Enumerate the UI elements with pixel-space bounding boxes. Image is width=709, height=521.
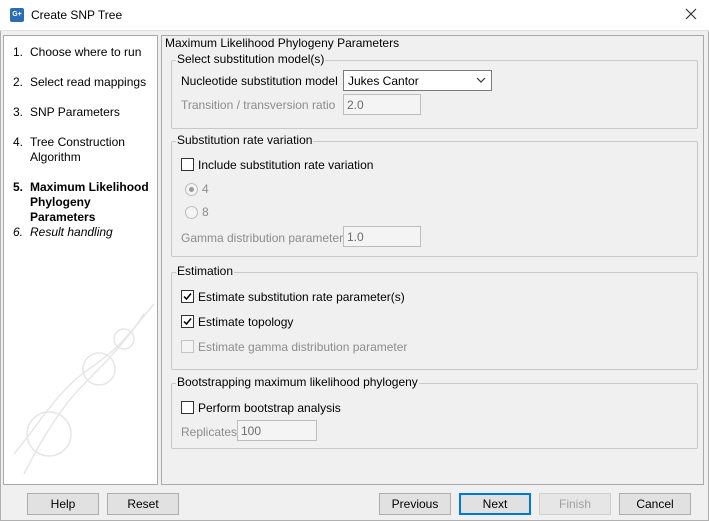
selected-model: Jukes Cantor bbox=[348, 74, 419, 88]
step-label: SNP Parameters bbox=[30, 105, 120, 119]
step-ml-phylogeny-parameters: 5. Maximum Likelihood Phylogeny Paramete… bbox=[13, 180, 157, 225]
model-label: Nucleotide substitution model bbox=[181, 74, 338, 88]
app-icon: G+ bbox=[10, 8, 24, 22]
close-icon[interactable] bbox=[683, 6, 699, 22]
parameters-panel: Maximum Likelihood Phylogeny Parameters … bbox=[161, 35, 704, 485]
estimation-group: Estimation Estimate substitution rate pa… bbox=[171, 264, 698, 370]
categories-8-label: 8 bbox=[202, 205, 209, 219]
step-result-handling: 6. Result handling bbox=[13, 225, 113, 240]
previous-button[interactable]: Previous bbox=[379, 493, 451, 515]
step-number: 1. bbox=[13, 45, 24, 59]
ratio-label: Transition / transversion ratio bbox=[181, 98, 336, 112]
perform-bootstrap-label: Perform bootstrap analysis bbox=[198, 401, 341, 415]
step-label: Result handling bbox=[30, 225, 113, 239]
reset-button[interactable]: Reset bbox=[107, 493, 179, 515]
group-title: Bootstrapping maximum likelihood phyloge… bbox=[176, 375, 419, 389]
radio-selected-dot bbox=[189, 187, 194, 192]
bootstrap-group: Bootstrapping maximum likelihood phyloge… bbox=[171, 375, 698, 449]
step-label: Select read mappings bbox=[30, 75, 147, 89]
step-number: 2. bbox=[13, 75, 24, 89]
replicates-label: Replicates bbox=[181, 425, 238, 439]
next-button[interactable]: Next bbox=[459, 493, 531, 515]
categories-4-radio[interactable] bbox=[185, 183, 198, 196]
chevron-down-icon bbox=[476, 77, 486, 83]
wizard-steps-panel: 1. Choose where to run 2. Select read ma… bbox=[3, 35, 158, 485]
step-number: 3. bbox=[13, 105, 24, 119]
replicates-field[interactable]: 100 bbox=[237, 420, 317, 441]
substitution-model-group: Select substitution model(s) Nucleotide … bbox=[171, 52, 698, 129]
step-number: 6. bbox=[13, 225, 24, 239]
step-tree-construction: 4. Tree Construction Algorithm bbox=[13, 135, 125, 165]
step-snp-parameters: 3. SNP Parameters bbox=[13, 105, 120, 120]
finish-button[interactable]: Finish bbox=[539, 493, 611, 515]
step-select-read-mappings: 2. Select read mappings bbox=[13, 75, 146, 90]
estimate-gamma-checkbox[interactable] bbox=[181, 340, 194, 353]
estimate-gamma-label: Estimate gamma distribution parameter bbox=[198, 340, 408, 354]
step-label: Tree Construction Algorithm bbox=[30, 135, 125, 164]
window-title: Create SNP Tree bbox=[31, 8, 123, 22]
help-button[interactable]: Help bbox=[27, 493, 99, 515]
include-rate-variation-label: Include substitution rate variation bbox=[198, 158, 374, 172]
checkmark-icon bbox=[183, 318, 192, 326]
step-label: Maximum Likelihood Phylogeny Parameters bbox=[30, 180, 149, 224]
step-label: Choose where to run bbox=[30, 45, 142, 59]
ratio-value: 2.0 bbox=[347, 98, 364, 112]
group-title: Estimation bbox=[176, 264, 235, 278]
dna-watermark-icon bbox=[13, 303, 155, 475]
rate-variation-group: Substitution rate variation Include subs… bbox=[171, 133, 698, 257]
ratio-field[interactable]: 2.0 bbox=[343, 94, 421, 115]
categories-4-label: 4 bbox=[202, 182, 209, 196]
gamma-parameter-field[interactable]: 1.0 bbox=[343, 226, 421, 247]
step-choose-where-to-run: 1. Choose where to run bbox=[13, 45, 141, 60]
checkmark-icon bbox=[183, 293, 192, 301]
categories-8-radio[interactable] bbox=[185, 206, 198, 219]
estimate-rate-parameter-label: Estimate substitution rate parameter(s) bbox=[198, 290, 405, 304]
cancel-button[interactable]: Cancel bbox=[619, 493, 691, 515]
estimate-rate-parameter-checkbox[interactable] bbox=[181, 290, 194, 303]
include-rate-variation-checkbox[interactable] bbox=[181, 158, 194, 171]
gamma-value: 1.0 bbox=[347, 230, 364, 244]
perform-bootstrap-checkbox[interactable] bbox=[181, 401, 194, 414]
step-number: 5. bbox=[13, 180, 24, 194]
gamma-label: Gamma distribution parameter bbox=[181, 231, 344, 245]
group-title: Select substitution model(s) bbox=[176, 52, 326, 66]
panel-title: Maximum Likelihood Phylogeny Parameters bbox=[165, 36, 400, 50]
estimate-topology-checkbox[interactable] bbox=[181, 315, 194, 328]
substitution-model-select[interactable]: Jukes Cantor bbox=[343, 70, 492, 91]
estimate-topology-label: Estimate topology bbox=[198, 315, 294, 329]
title-bar: G+ Create SNP Tree bbox=[0, 0, 709, 31]
replicates-value: 100 bbox=[241, 424, 262, 438]
group-title: Substitution rate variation bbox=[176, 133, 314, 147]
step-number: 4. bbox=[13, 135, 24, 149]
